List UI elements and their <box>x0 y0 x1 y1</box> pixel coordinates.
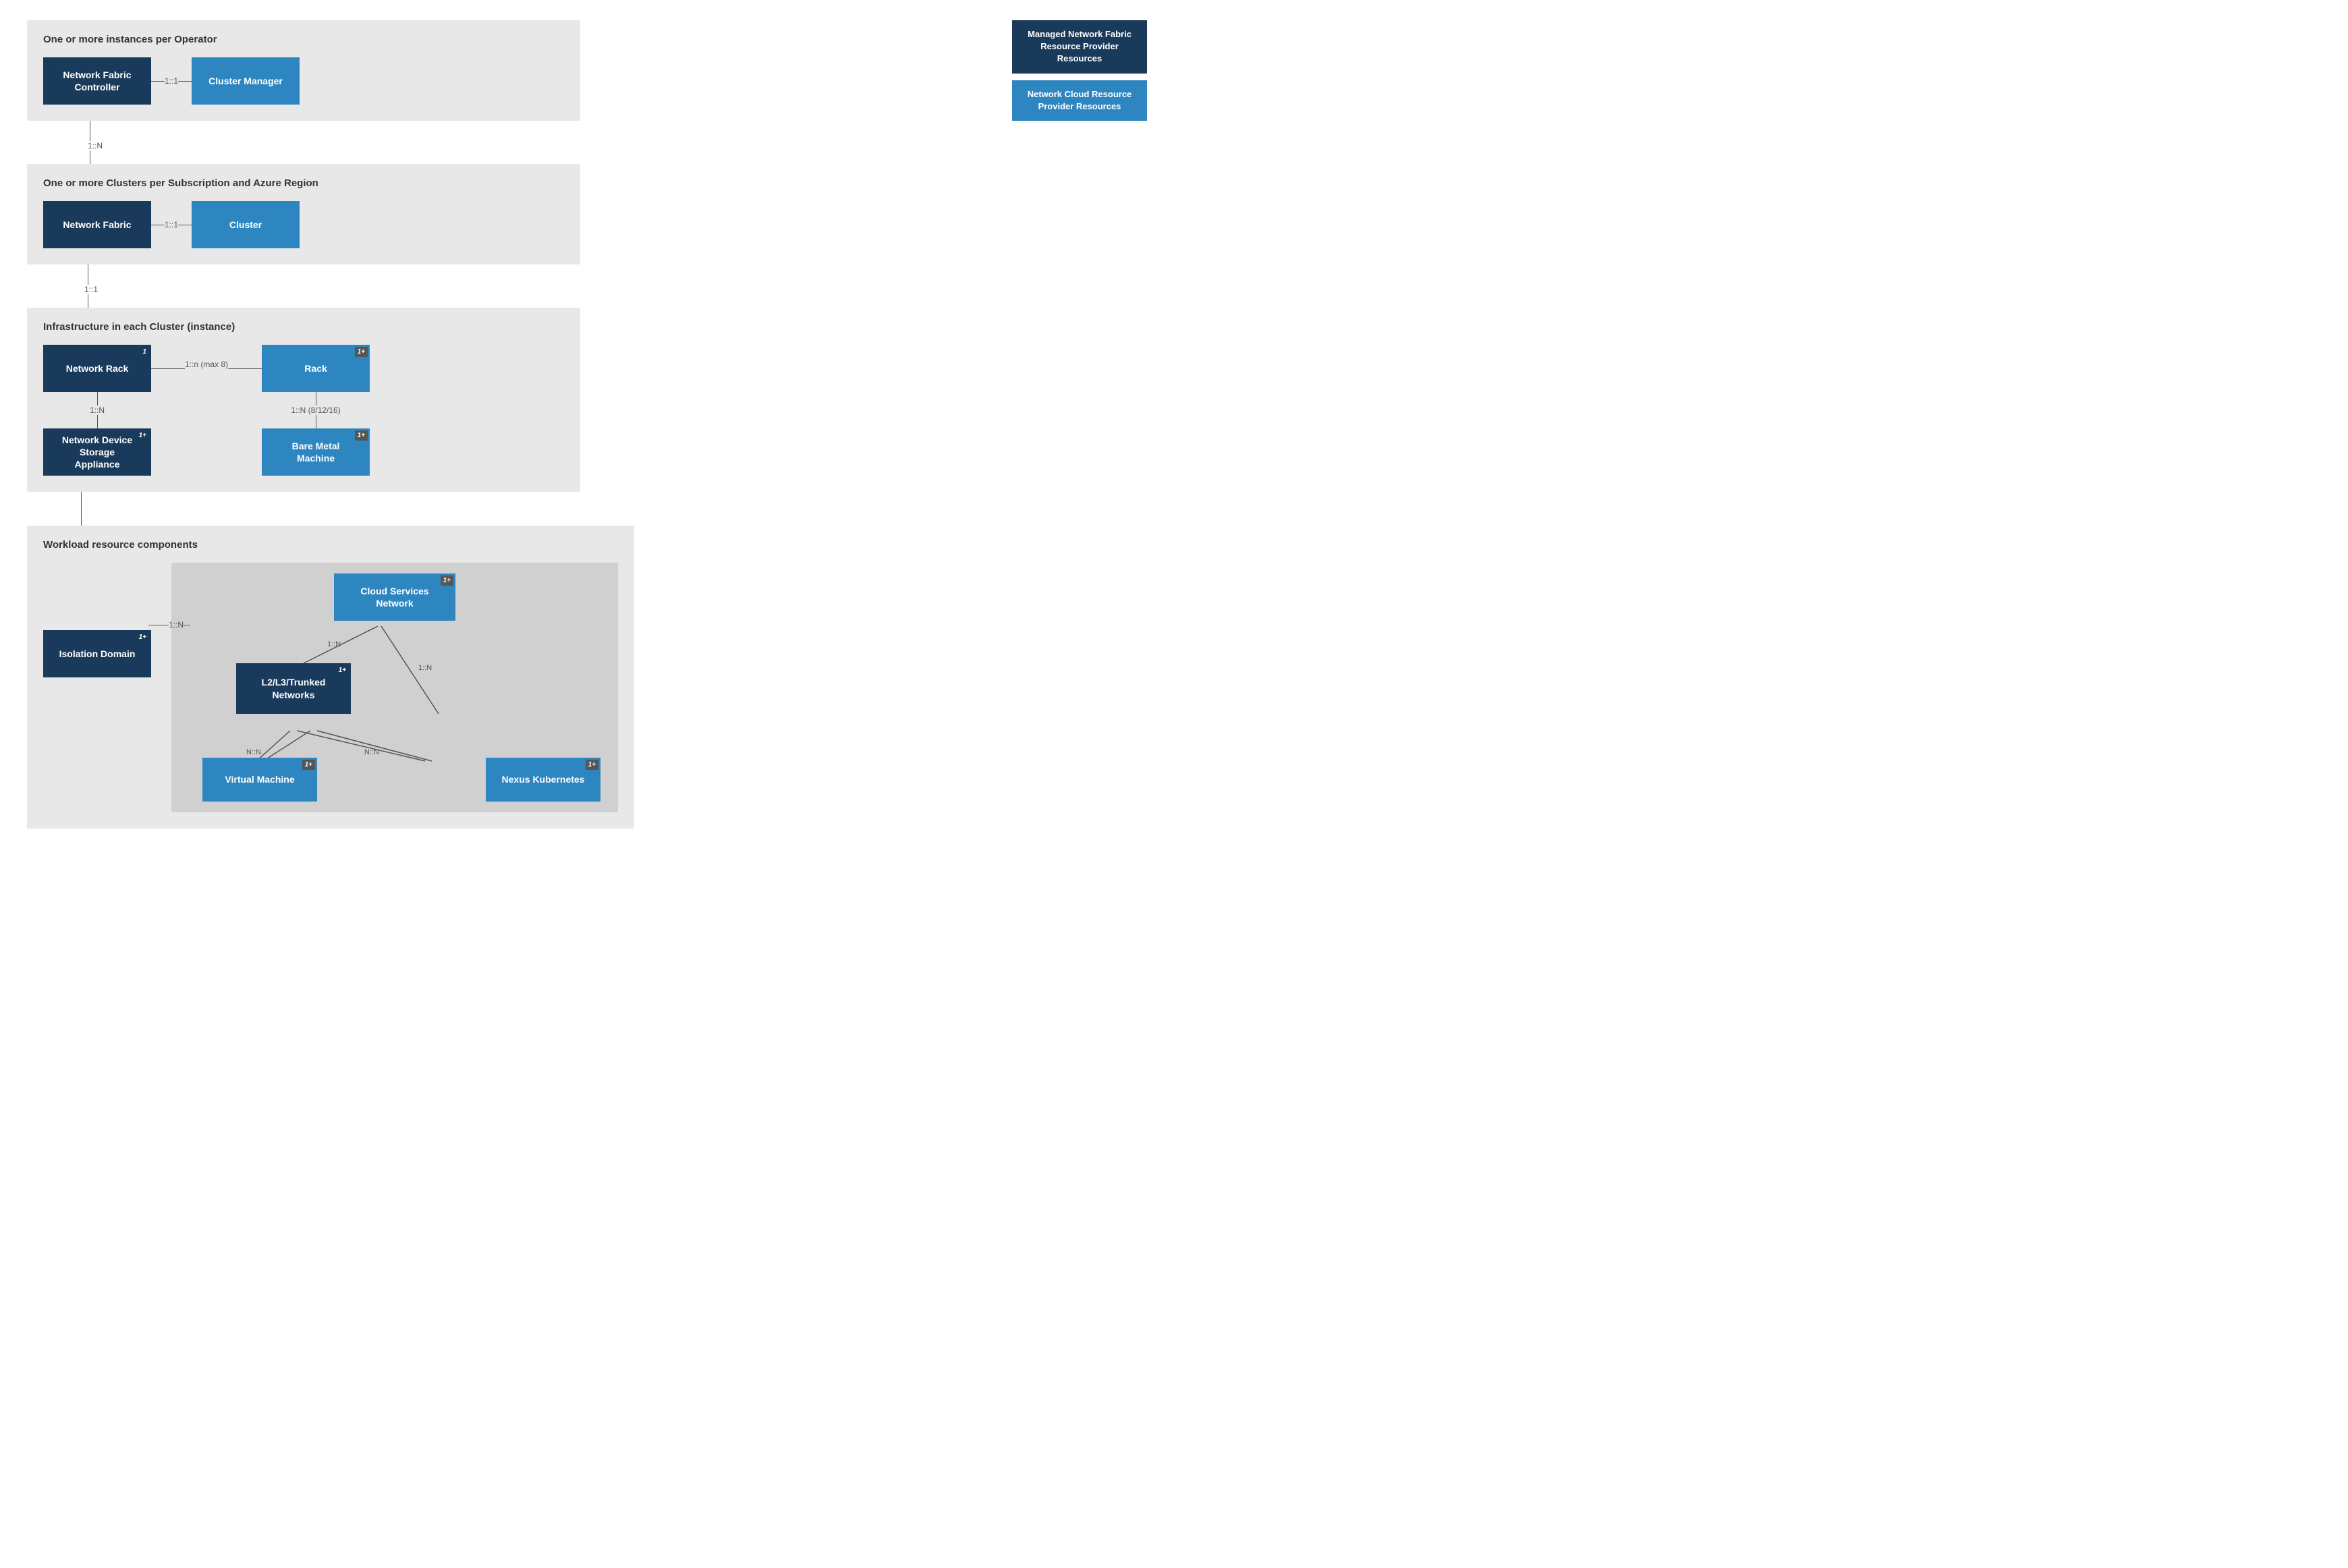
cluster-manager-node: Cluster Manager <box>192 57 300 105</box>
cluster-label: Cluster <box>229 219 262 231</box>
sec3-h-connector: 1::n (max 8) <box>151 345 262 369</box>
ndsa-badge: 1+ <box>136 430 149 441</box>
sec3-right-col: 1+ Rack 1::N (8/12/16) 1+ Bare Metal Mac… <box>262 345 370 476</box>
svg-text:N::N: N::N <box>246 748 261 756</box>
sec4-svg-area: 1::N 1::N <box>182 626 607 802</box>
nr-v-label: 1::N <box>90 405 105 415</box>
nexus-box: 1+ Nexus Kubernetes <box>486 758 600 802</box>
sec3-h-line1 <box>151 368 185 369</box>
section4-title: Workload resource components <box>43 539 618 551</box>
network-rack-node: 1 Network Rack <box>43 345 151 392</box>
csn-label: Cloud Services Network <box>347 585 442 609</box>
v-label-2-3: 1::1 <box>84 285 98 294</box>
section1-box: One or more instances per Operator Netwo… <box>27 20 580 121</box>
sec3-left-col: 1 Network Rack 1::N 1+ Network Device St… <box>43 345 151 476</box>
isolation-domain-node: 1+ Isolation Domain <box>43 630 151 677</box>
vm-label: Virtual Machine <box>225 773 294 785</box>
iso-label: 1::N <box>169 620 184 629</box>
nexus-badge: 1+ <box>586 760 598 770</box>
cm-label: Cluster Manager <box>208 75 283 87</box>
section1-nodes: Network Fabric Controller 1::1 Cluster M… <box>43 57 564 105</box>
s1-h-connector-label: 1::1 <box>165 76 178 86</box>
rack-node: 1+ Rack <box>262 345 370 392</box>
section4-box: Workload resource components 1+ Isolatio… <box>27 526 634 829</box>
svg-text:N::N: N::N <box>364 748 379 756</box>
rack-v-label: 1::N (8/12/16) <box>291 405 340 415</box>
s2-h-connector-label: 1::1 <box>165 220 178 229</box>
l2l3-badge: 1+ <box>336 665 349 675</box>
section3-content: 1 Network Rack 1::N 1+ Network Device St… <box>43 345 564 476</box>
sec4-sub-box: 1+ Cloud Services Network <box>171 563 618 812</box>
spacer <box>97 677 98 678</box>
vm-node: 1+ Virtual Machine <box>202 758 317 802</box>
nr-v-line2 <box>97 415 98 428</box>
sec3-h-line2 <box>228 368 262 369</box>
legend-cloud: Network Cloud Resource Provider Resource… <box>1012 80 1147 121</box>
l2l3-label: L2/L3/Trunked Networks <box>250 676 337 700</box>
network-fabric-node: Network Fabric <box>43 201 151 248</box>
vm-badge: 1+ <box>302 760 315 770</box>
section3-title: Infrastructure in each Cluster (instance… <box>43 321 564 333</box>
isolation-col: 1+ Isolation Domain <box>43 563 151 678</box>
section2-box: One or more Clusters per Subscription an… <box>27 164 580 264</box>
section1-title: One or more instances per Operator <box>43 34 564 45</box>
sec3-h-label: 1::n (max 8) <box>185 360 228 369</box>
vm-box: 1+ Virtual Machine <box>202 758 317 802</box>
section4-content: 1+ Isolation Domain 1+ Cloud Services Ne… <box>43 563 618 812</box>
ndsa-node: 1+ Network Device Storage Appliance <box>43 428 151 476</box>
svg-text:1::N: 1::N <box>418 664 432 672</box>
nf-label: Network Fabric <box>63 219 131 231</box>
l2l3-node: 1+ L2/L3/Trunked Networks <box>236 663 351 714</box>
rack-badge: 1+ <box>355 347 368 357</box>
bmm-label: Bare Metal Machine <box>275 440 356 464</box>
section2-title: One or more Clusters per Subscription an… <box>43 177 564 189</box>
v-connector-1-2: 1::N <box>81 121 99 164</box>
bmm-badge: 1+ <box>355 430 368 441</box>
section3-box: Infrastructure in each Cluster (instance… <box>27 308 580 492</box>
csn-col: 1+ Cloud Services Network <box>182 573 607 621</box>
v-connector-2-3: 1::1 <box>81 264 94 308</box>
ndsa-label: Network Device Storage Appliance <box>57 434 138 471</box>
legend-managed: Managed Network Fabric Resource Provider… <box>1012 20 1147 74</box>
svg-text:1::N: 1::N <box>327 640 341 648</box>
l2l3-box: 1+ L2/L3/Trunked Networks <box>236 663 351 714</box>
nfc-label: Network Fabric Controller <box>57 69 138 93</box>
nexus-label: Nexus Kubernetes <box>502 773 585 785</box>
nexus-node: 1+ Nexus Kubernetes <box>486 758 600 802</box>
nr-label: Network Rack <box>66 362 129 374</box>
v-label-1-2: 1::N <box>88 141 103 150</box>
id-label: Isolation Domain <box>59 648 136 660</box>
network-fabric-controller-node: Network Fabric Controller <box>43 57 151 105</box>
network-rack-badge: 1 <box>140 347 149 357</box>
rack-label: Rack <box>304 362 327 374</box>
isolation-badge: 1+ <box>136 632 149 642</box>
section2-nodes: Network Fabric 1::1 Cluster <box>43 201 564 248</box>
nr-v-line <box>97 392 98 405</box>
cloud-services-node: 1+ Cloud Services Network <box>334 573 455 621</box>
csn-badge: 1+ <box>441 576 453 586</box>
isolation-h-line: 1::N <box>148 620 190 629</box>
bmm-node: 1+ Bare Metal Machine <box>262 428 370 476</box>
legend: Managed Network Fabric Resource Provider… <box>1012 20 1147 121</box>
cluster-node: Cluster <box>192 201 300 248</box>
isolation-h-connector <box>97 677 98 678</box>
v-connector-3-4 <box>81 492 82 526</box>
